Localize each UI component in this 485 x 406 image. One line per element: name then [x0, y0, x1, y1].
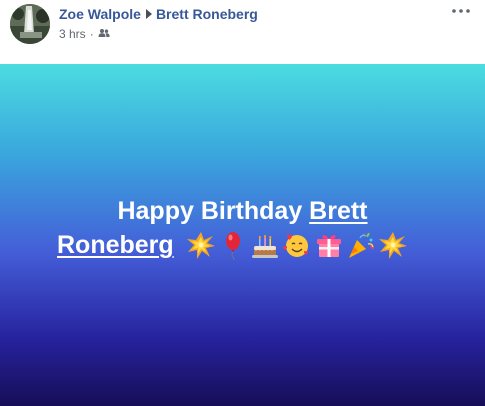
recipient-name[interactable]: Brett Roneberg [156, 6, 258, 22]
avatar[interactable] [10, 4, 50, 44]
balloon-icon [225, 232, 240, 260]
post-meta: 3 hrs · [59, 27, 110, 41]
avatar-image [10, 4, 50, 44]
collision-icon [186, 232, 215, 259]
arrow-right-icon [145, 6, 152, 22]
collision-icon [378, 232, 407, 259]
birthday-message: Happy Birthday Brett Roneberg [0, 194, 485, 262]
party-popper-icon [348, 232, 374, 258]
author-name[interactable]: Zoe Walpole [59, 6, 141, 22]
post-time[interactable]: 3 hrs [59, 27, 86, 41]
wrapped-gift-icon [316, 235, 341, 257]
tag-first-name[interactable]: Brett [309, 197, 367, 225]
friends-icon[interactable] [98, 27, 110, 41]
meta-separator: · [89, 27, 94, 41]
message-line-1: Happy Birthday Brett [0, 194, 485, 228]
post-author-line: Zoe Walpole Brett Roneberg [59, 6, 258, 22]
message-text: Happy Birthday [117, 197, 310, 225]
message-line-2: Roneberg [57, 228, 485, 262]
more-options-button[interactable] [449, 4, 473, 18]
tag-last-name[interactable]: Roneberg [57, 228, 174, 262]
smiling-face-with-hearts-icon [282, 234, 308, 257]
post-header: Zoe Walpole Brett Roneberg 3 hrs · [0, 0, 485, 64]
emoji-row [186, 230, 410, 260]
birthday-cake-icon [251, 234, 278, 258]
more-horizontal-icon [452, 9, 470, 13]
